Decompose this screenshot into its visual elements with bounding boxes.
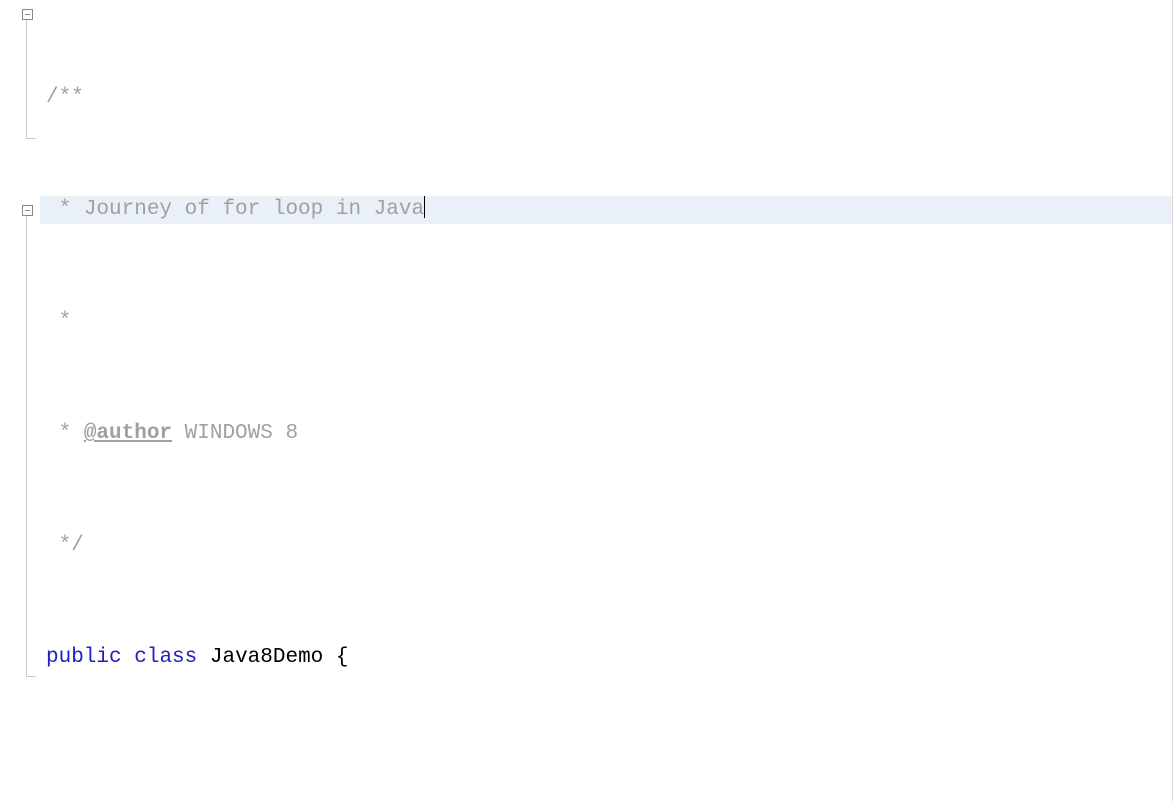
comment-star: * [46,198,84,221]
code-line-active: * Journey of for loop in Java [40,196,1172,224]
code-line: * [40,308,1172,336]
kw-public: public [46,646,122,669]
comment-open: /** [46,86,84,109]
code-editor[interactable]: /** * Journey of for loop in Java * * @a… [0,0,1173,801]
fold-icon[interactable] [22,205,33,216]
comment-star: * [46,422,84,445]
comment-title: Journey of for loop in Java [84,198,424,221]
code-line: /** [40,84,1172,112]
code-area[interactable]: /** * Journey of for loop in Java * * @a… [40,0,1172,801]
class-name: Java8Demo [210,646,323,669]
gutter [0,0,40,801]
author-tag: @author [84,422,172,445]
fold-icon[interactable] [22,9,33,20]
comment-star: * [46,310,71,333]
code-line: */ [40,532,1172,560]
code-line: * @author WINDOWS 8 [40,420,1172,448]
kw-class: class [134,646,197,669]
code-line: public class Java8Demo { [40,644,1172,672]
text-caret [424,196,425,218]
code-line [40,756,1172,784]
brace: { [323,646,348,669]
comment-close: */ [46,534,84,557]
author-name: WINDOWS 8 [172,422,298,445]
